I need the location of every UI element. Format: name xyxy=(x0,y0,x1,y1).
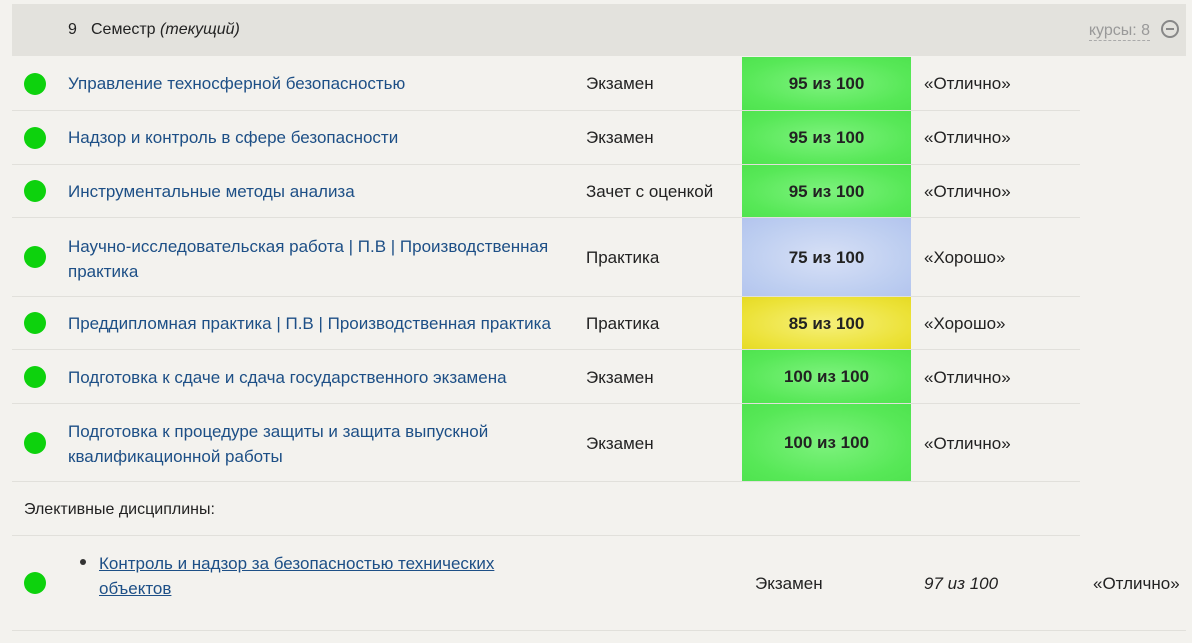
grade: «Отлично» xyxy=(924,368,1011,387)
divider xyxy=(12,630,1186,631)
semester-header: 9 Семестр (текущий) курсы: 8 xyxy=(12,4,1186,56)
course-type: Экзамен xyxy=(586,368,654,387)
semester-title: Семестр (текущий) xyxy=(91,21,240,39)
status-dot-icon xyxy=(24,180,46,202)
semester-current: (текущий) xyxy=(160,21,240,38)
score-cell: 100 из 100 xyxy=(742,404,911,482)
score-cell: 95 из 100 xyxy=(742,165,911,218)
grade: «Хорошо» xyxy=(924,248,1006,267)
status-dot-icon xyxy=(24,127,46,149)
elective-course-link[interactable]: Контроль и надзор за безопасностью техни… xyxy=(99,551,539,601)
status-dot-icon xyxy=(24,246,46,268)
grade: «Отлично» xyxy=(924,74,1011,93)
course-row: Надзор и контроль в сфере безопасности Э… xyxy=(12,110,1080,164)
elective-course-type: Экзамен xyxy=(755,574,823,593)
score-cell: 85 из 100 xyxy=(742,297,911,350)
course-link[interactable]: Подготовка к процедуре защиты и защита в… xyxy=(68,419,568,469)
status-dot-icon xyxy=(24,73,46,95)
course-type: Экзамен xyxy=(586,434,654,453)
grade: «Отлично» xyxy=(924,182,1011,201)
course-type: Зачет с оценкой xyxy=(586,182,714,201)
divider xyxy=(12,481,1080,482)
score-cell: 75 из 100 xyxy=(742,218,911,297)
course-link[interactable]: Управление техносферной безопасностью xyxy=(68,71,568,96)
grade: «Отлично» xyxy=(924,434,1011,453)
collapse-icon[interactable] xyxy=(1161,20,1179,38)
course-type: Практика xyxy=(586,248,660,267)
course-type: Практика xyxy=(586,314,660,333)
course-row: Подготовка к сдаче и сдача государственн… xyxy=(12,349,1080,404)
divider xyxy=(12,535,1080,536)
course-link[interactable]: Научно-исследовательская работа | П.В | … xyxy=(68,234,568,284)
status-dot-icon xyxy=(24,366,46,388)
course-row: Инструментальные методы анализа Зачет с … xyxy=(12,164,1080,218)
score-cell: 95 из 100 xyxy=(742,57,911,110)
course-row: Преддипломная практика | П.В | Производс… xyxy=(12,296,1080,350)
score-cell: 95 из 100 xyxy=(742,111,911,164)
course-link[interactable]: Надзор и контроль в сфере безопасности xyxy=(68,125,568,150)
grade: «Отлично» xyxy=(924,128,1011,147)
course-type: Экзамен xyxy=(586,128,654,147)
course-link[interactable]: Подготовка к сдаче и сдача государственн… xyxy=(68,365,568,390)
status-dot-icon xyxy=(24,312,46,334)
status-dot-icon xyxy=(24,572,46,594)
semester-number: 9 xyxy=(68,21,77,38)
grade: «Хорошо» xyxy=(924,314,1006,333)
elective-grade: «Отлично» xyxy=(1093,574,1180,593)
score-cell: 100 из 100 xyxy=(742,350,911,404)
course-type: Экзамен xyxy=(586,74,654,93)
course-link[interactable]: Инструментальные методы анализа xyxy=(68,179,568,204)
bullet-icon xyxy=(80,559,86,565)
status-dot-icon xyxy=(24,432,46,454)
semester-label: Семестр xyxy=(91,21,156,38)
course-link[interactable]: Преддипломная практика | П.В | Производс… xyxy=(68,311,568,336)
elective-score: 97 из 100 xyxy=(924,574,999,593)
course-row: Управление техносферной безопасностью Эк… xyxy=(12,57,1080,110)
courses-count-toggle[interactable]: курсы: 8 xyxy=(1088,23,1150,41)
electives-heading: Элективные дисциплины: xyxy=(24,501,215,518)
course-row: Подготовка к процедуре защиты и защита в… xyxy=(12,403,1080,482)
course-row: Научно-исследовательская работа | П.В | … xyxy=(12,217,1080,297)
